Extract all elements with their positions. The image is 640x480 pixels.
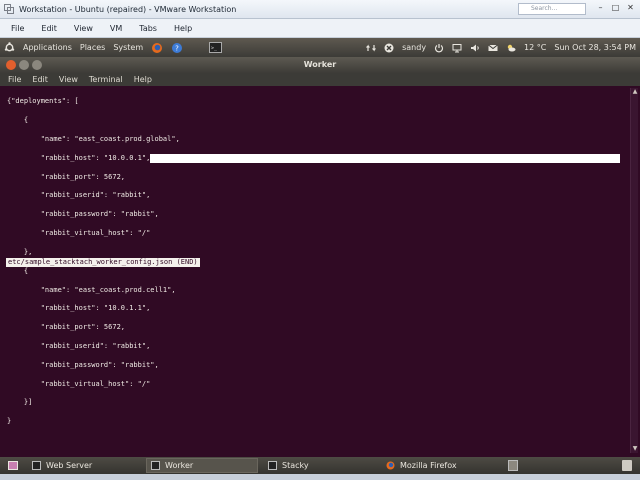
code-line: {"deployments": [	[7, 97, 79, 106]
display-icon[interactable]	[452, 43, 462, 53]
taskbar-item-label: Worker	[165, 461, 194, 470]
terminal-scrollbar[interactable]: ▲ ▼	[630, 88, 638, 453]
taskbar-item-stacky[interactable]: Stacky	[264, 458, 376, 473]
code-line: "rabbit_virtual_host": "/"	[7, 229, 151, 238]
terminal-window-icon	[151, 461, 160, 470]
taskbar-item-firefox[interactable]: Mozilla Firefox	[382, 458, 494, 473]
code-line: "rabbit_host": "10.0.1.1",	[7, 304, 151, 313]
taskbar-item-label: Mozilla Firefox	[400, 461, 457, 470]
text-cursor-highlight	[150, 154, 620, 163]
help-launcher-icon[interactable]: ?	[171, 42, 183, 54]
svg-text:?: ?	[175, 44, 179, 52]
code-line: }	[7, 417, 12, 426]
system-tray: sandy 12 °C Sun Oct 28, 3:54 PM	[366, 38, 636, 57]
places-menu[interactable]: Places	[80, 43, 105, 52]
taskbar-item-label: Stacky	[282, 461, 309, 470]
vmware-menu-help[interactable]: Help	[163, 24, 198, 33]
code-line: "rabbit_port": 5672,	[7, 172, 126, 181]
taskbar-item-web-server[interactable]: Web Server	[28, 458, 140, 473]
power-icon[interactable]	[434, 43, 444, 53]
ubuntu-top-panel: Applications Places System ? >_ sandy 12…	[0, 38, 640, 57]
terminal-menu-file[interactable]: File	[0, 75, 24, 84]
code-line: "name": "east_coast.prod.cell1",	[7, 285, 176, 294]
vmware-window-title: Workstation - Ubuntu (repaired) - VMware…	[19, 4, 237, 14]
terminal-launcher-icon[interactable]: >_	[209, 42, 223, 53]
system-menu[interactable]: System	[113, 43, 143, 52]
vmware-menu-view[interactable]: View	[63, 24, 99, 33]
terminal-window-icon	[268, 461, 277, 470]
terminal-close-button[interactable]	[6, 60, 16, 70]
terminal-menu-help[interactable]: Help	[126, 75, 155, 84]
maximize-button[interactable]: □	[609, 2, 622, 13]
scroll-up-arrow-icon[interactable]: ▲	[631, 88, 639, 96]
code-line: "rabbit_virtual_host": "/"	[7, 379, 151, 388]
vmware-search-input[interactable]: Search...	[518, 3, 586, 15]
ubuntu-bottom-panel: Web Server Worker Stacky Mozilla Firefox	[0, 457, 640, 474]
vmware-title-bar: Workstation - Ubuntu (repaired) - VMware…	[0, 0, 640, 19]
user-status-icon[interactable]	[384, 43, 394, 53]
vmware-menu-edit[interactable]: Edit	[30, 24, 63, 33]
terminal-maximize-button[interactable]	[32, 60, 42, 70]
temperature-label: 12 °C	[524, 43, 547, 52]
workspace-switcher-icon[interactable]	[508, 460, 518, 471]
terminal-menu-terminal[interactable]: Terminal	[81, 75, 126, 84]
code-line: },	[7, 247, 33, 256]
code-line: "rabbit_password": "rabbit",	[7, 210, 159, 219]
pager-status-line: etc/sample_stacktach_worker_config.json …	[6, 258, 200, 267]
terminal-window-title: Worker	[303, 60, 337, 69]
terminal-menu-view[interactable]: View	[51, 75, 81, 84]
terminal-window-icon	[32, 461, 41, 470]
ubuntu-logo-icon[interactable]	[4, 42, 15, 53]
applications-menu[interactable]: Applications	[23, 43, 72, 52]
vmware-menu-tabs[interactable]: Tabs	[128, 24, 163, 33]
code-line: {	[7, 266, 29, 275]
trash-icon[interactable]	[622, 460, 632, 471]
terminal-menu-edit[interactable]: Edit	[24, 75, 51, 84]
vmware-menu-bar: File Edit View VM Tabs Help	[0, 19, 640, 38]
vmware-menu-file[interactable]: File	[0, 24, 30, 33]
vmware-window-controls: – □ ✕	[594, 2, 637, 13]
taskbar-item-label: Web Server	[46, 461, 93, 470]
clock-label[interactable]: Sun Oct 28, 3:54 PM	[554, 43, 636, 52]
code-line: "rabbit_userid": "rabbit",	[7, 341, 151, 350]
vmware-app-icon	[4, 3, 14, 14]
show-desktop-icon[interactable]	[8, 461, 18, 470]
vmware-menu-vm[interactable]: VM	[99, 24, 128, 33]
terminal-minimize-button[interactable]	[19, 60, 29, 70]
scroll-down-arrow-icon[interactable]: ▼	[631, 445, 639, 453]
mail-icon[interactable]	[488, 43, 498, 53]
vmware-status-bar	[0, 474, 640, 480]
terminal-title-bar[interactable]: Worker	[0, 57, 640, 73]
terminal-menu-bar: File Edit View Terminal Help	[0, 73, 640, 86]
weather-icon[interactable]	[506, 43, 516, 53]
username-label[interactable]: sandy	[402, 43, 426, 52]
taskbar-item-worker[interactable]: Worker	[146, 458, 258, 473]
code-line: "name": "east_coast.prod.global",	[7, 135, 180, 144]
firefox-launcher-icon[interactable]	[151, 42, 163, 54]
svg-text:>_: >_	[211, 46, 218, 52]
code-line: "rabbit_userid": "rabbit",	[7, 191, 151, 200]
close-button[interactable]: ✕	[624, 2, 637, 13]
terminal-output[interactable]: {"deployments": [ { "name": "east_coast.…	[0, 86, 640, 457]
firefox-icon	[386, 461, 395, 470]
network-icon[interactable]	[366, 43, 377, 53]
code-line: "rabbit_host": "10.0.0.1",	[7, 153, 151, 162]
code-line: "rabbit_port": 5672,	[7, 323, 126, 332]
volume-icon[interactable]	[470, 43, 480, 53]
minimize-button[interactable]: –	[594, 2, 607, 13]
code-line: "rabbit_password": "rabbit",	[7, 360, 159, 369]
code-line: }]	[7, 398, 33, 407]
code-line: {	[7, 116, 29, 125]
terminal-window-controls	[6, 60, 42, 70]
